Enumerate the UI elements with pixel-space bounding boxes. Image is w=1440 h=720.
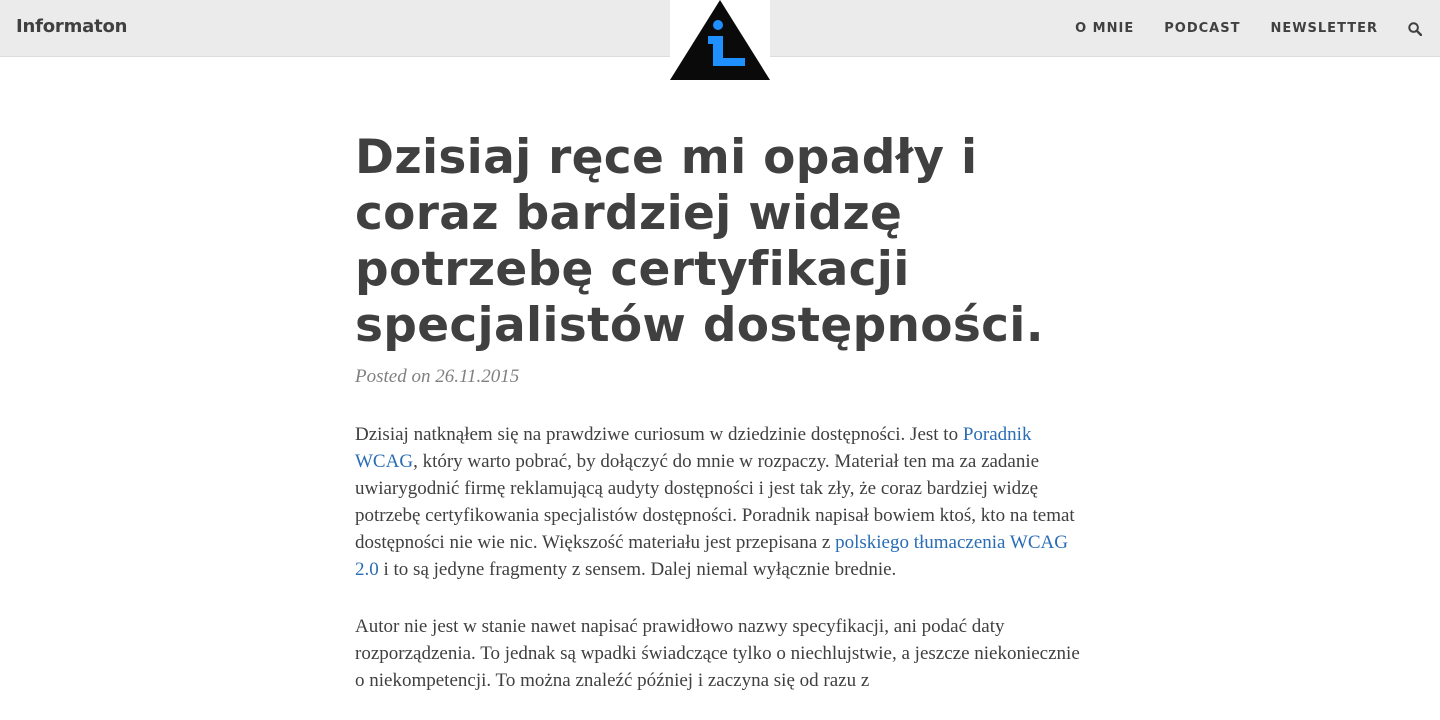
search-icon xyxy=(1408,21,1422,36)
post-paragraph-2: Autor nie jest w stanie nawet napisać pr… xyxy=(355,616,1080,691)
logo-graphic xyxy=(670,0,770,80)
post-title: Dzisiaj ręce mi opadły i coraz bardziej … xyxy=(355,130,1044,353)
paragraph-text: Dzisiaj natknąłem się na prawdziwe curio… xyxy=(355,424,963,445)
search-button[interactable] xyxy=(1408,21,1422,36)
nav-item-newsletter[interactable]: NEWSLETTER xyxy=(1270,21,1378,36)
post-paragraph-1: Dzisiaj natknąłem się na prawdziwe curio… xyxy=(355,421,1085,583)
post-article: Dzisiaj ręce mi opadły i coraz bardziej … xyxy=(355,130,1085,694)
navbar: Informaton O MNIE PODCAST NEWSLETTER xyxy=(0,0,1440,80)
brand-link[interactable]: Informaton xyxy=(16,16,127,37)
main-nav: O MNIE PODCAST NEWSLETTER xyxy=(1075,0,1440,57)
info-triangle-logo[interactable] xyxy=(670,0,770,80)
nav-item-o-mnie[interactable]: O MNIE xyxy=(1075,21,1134,36)
paragraph-text: i to są jedyne fragmenty z sensem. Dalej… xyxy=(378,559,897,580)
nav-item-podcast[interactable]: PODCAST xyxy=(1164,21,1240,36)
post-meta: Posted on 26.11.2015 xyxy=(355,366,520,387)
